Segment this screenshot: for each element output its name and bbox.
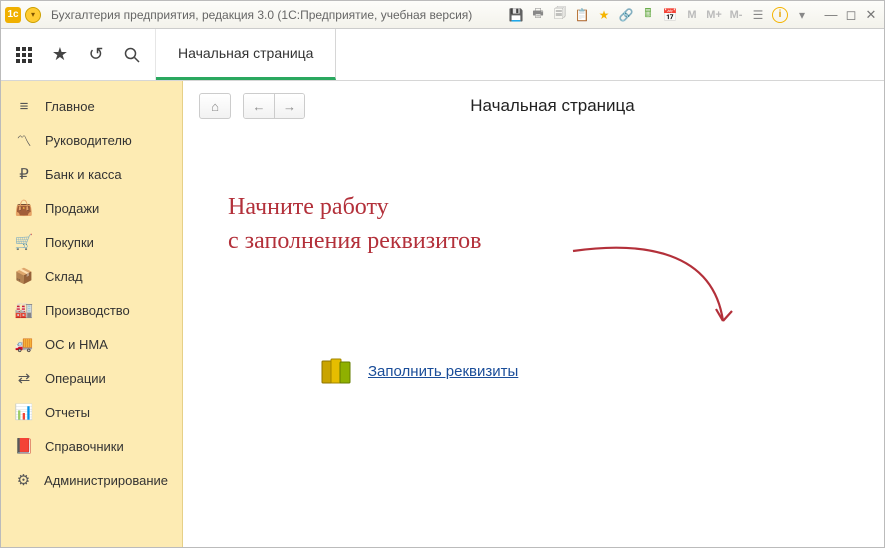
menu-icon: ≡ (15, 97, 33, 115)
fill-details-action[interactable]: Заполнить реквизиты (318, 353, 518, 389)
box-icon: 📦 (15, 267, 33, 285)
link-icon[interactable]: 🔗 (618, 7, 634, 23)
sidebar: ≡ Главное 〽 Руководителю ₽ Банк и касса 👜 Пр… (1, 81, 183, 547)
app-logo-icon: 1c (5, 7, 21, 23)
chart-icon: 〽 (15, 131, 33, 149)
sidebar-item-manager[interactable]: 〽 Руководителю (1, 123, 182, 157)
favorites-button[interactable]: ★ (43, 33, 77, 77)
hint-line1: Начните работу (228, 191, 482, 225)
list-icon[interactable]: ☰ (750, 7, 766, 23)
page-title: Начальная страница (317, 96, 788, 116)
home-icon: ⌂ (211, 99, 219, 114)
back-button[interactable]: ← (244, 94, 274, 118)
memory-m-button[interactable]: M (684, 7, 700, 23)
close-button[interactable]: ✕ (862, 7, 880, 23)
hint-arrow-icon (563, 231, 763, 351)
app-menu-dropdown[interactable]: ▾ (25, 7, 41, 23)
apps-button[interactable] (7, 33, 41, 77)
factory-icon: 🏭 (15, 301, 33, 319)
folders-icon (318, 353, 354, 389)
calendar-icon[interactable]: 📅 (662, 7, 678, 23)
history-icon: ↺ (88, 44, 103, 65)
sidebar-item-purchases[interactable]: 🛒 Покупки (1, 225, 182, 259)
save-icon[interactable]: 💾 (508, 7, 524, 23)
search-button[interactable] (115, 33, 149, 77)
history-button[interactable]: ↺ (79, 33, 113, 77)
sidebar-item-operations[interactable]: ⇄ Операции (1, 361, 182, 395)
sidebar-item-label: Отчеты (45, 405, 90, 420)
sidebar-item-admin[interactable]: ⚙ Администрирование (1, 463, 182, 497)
arrow-right-icon: → (283, 99, 296, 114)
copy-icon[interactable]: 📋 (574, 7, 590, 23)
sidebar-item-label: Банк и касса (45, 167, 122, 182)
info-drop-icon[interactable]: ▾ (794, 7, 810, 23)
sidebar-item-warehouse[interactable]: 📦 Склад (1, 259, 182, 293)
calculator-icon[interactable]: 🖩 (640, 7, 656, 23)
sidebar-item-reports[interactable]: 📊 Отчеты (1, 395, 182, 429)
operations-icon: ⇄ (15, 369, 33, 387)
sidebar-item-label: Продажи (45, 201, 99, 216)
content-area: ⌂ ← → Начальная страница Начните работу … (183, 81, 884, 547)
window-title: Бухгалтерия предприятия, редакция 3.0 (1… (51, 8, 472, 22)
sidebar-item-label: Склад (45, 269, 83, 284)
search-icon (124, 47, 140, 63)
title-bar: 1c ▾ Бухгалтерия предприятия, редакция 3… (1, 1, 884, 29)
sidebar-item-main[interactable]: ≡ Главное (1, 89, 182, 123)
sidebar-item-label: Руководителю (45, 133, 132, 148)
truck-icon: 🚚 (15, 335, 33, 353)
home-button[interactable]: ⌂ (199, 93, 231, 119)
bars-icon: 📊 (15, 403, 33, 421)
book-icon: 📕 (15, 437, 33, 455)
sidebar-item-label: Покупки (45, 235, 94, 250)
print-icon[interactable]: 🖶 (530, 7, 546, 23)
sidebar-item-label: ОС и НМА (45, 337, 108, 352)
bag-icon: 👜 (15, 199, 33, 217)
hint-line2: с заполнения реквизитов (228, 225, 482, 259)
arrow-left-icon: ← (253, 99, 266, 114)
sidebar-item-label: Справочники (45, 439, 124, 454)
sidebar-item-production[interactable]: 🏭 Производство (1, 293, 182, 327)
memory-mminus-button[interactable]: M- (728, 7, 744, 23)
minimize-button[interactable]: — (822, 7, 840, 23)
info-icon[interactable]: i (772, 7, 788, 23)
maximize-button[interactable]: ◻ (842, 7, 860, 23)
main-toolbar: ★ ↺ Начальная страница (1, 29, 884, 81)
tab-start-page[interactable]: Начальная страница (156, 29, 336, 80)
sidebar-item-assets[interactable]: 🚚 ОС и НМА (1, 327, 182, 361)
ruble-icon: ₽ (15, 165, 33, 183)
sidebar-item-label: Операции (45, 371, 106, 386)
cart-icon: 🛒 (15, 233, 33, 251)
doc-icon[interactable]: 🗐 (552, 7, 568, 23)
sidebar-item-label: Главное (45, 99, 95, 114)
fill-details-link[interactable]: Заполнить реквизиты (368, 363, 518, 380)
grid-icon (15, 46, 33, 64)
hint-text: Начните работу с заполнения реквизитов (228, 191, 482, 258)
sidebar-item-bank[interactable]: ₽ Банк и касса (1, 157, 182, 191)
memory-mplus-button[interactable]: M+ (706, 7, 722, 23)
sidebar-item-directories[interactable]: 📕 Справочники (1, 429, 182, 463)
forward-button[interactable]: → (274, 94, 304, 118)
favorite-icon[interactable]: ★ (596, 7, 612, 23)
sidebar-item-label: Производство (45, 303, 130, 318)
sidebar-item-sales[interactable]: 👜 Продажи (1, 191, 182, 225)
tab-label: Начальная страница (178, 45, 313, 61)
gear-icon: ⚙ (15, 471, 32, 489)
star-icon: ★ (52, 44, 68, 65)
sidebar-item-label: Администрирование (44, 473, 168, 488)
